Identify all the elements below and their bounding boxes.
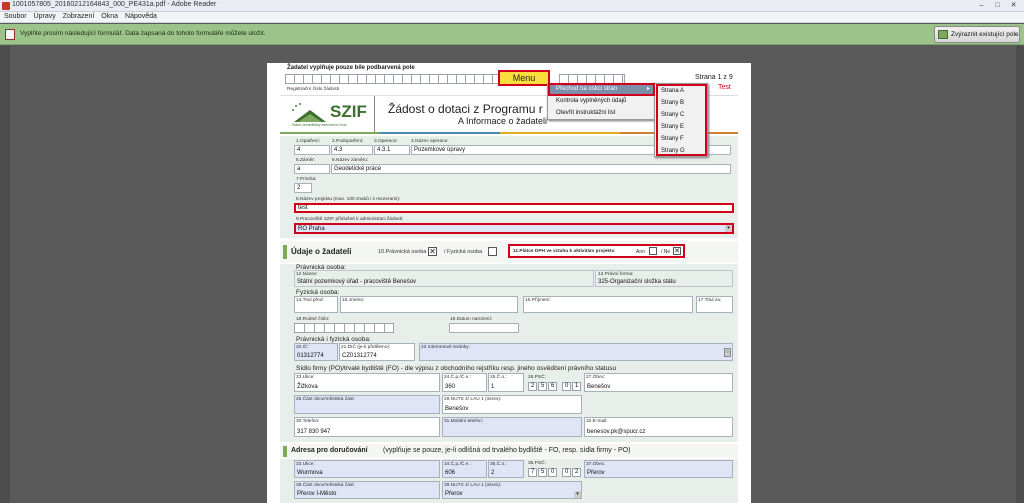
delivery-street-input[interactable]: 33.Ulice: Wurmova	[294, 460, 440, 478]
street-field: 23.Ulice: Žižkova	[294, 373, 440, 392]
test-label: Test	[718, 84, 731, 91]
delivery-nuts-select[interactable]: 39.NUTS 4/ LAU 1 (okres): Přerov ▾	[442, 481, 582, 499]
szif-logo: SZIF Státní zemědělský intervenční fond	[292, 102, 367, 127]
szif-office-select[interactable]: RO Praha ▾	[294, 223, 734, 234]
phone-field: 30.Telefon: 317 830 947	[294, 417, 440, 437]
city-part-input[interactable]: 28.Část obce/městská část:	[294, 395, 440, 414]
submenu-highlight	[656, 84, 707, 156]
close-button[interactable]: ✕	[1008, 1, 1019, 10]
form-title: Žádost o dotaci z Programu r	[388, 102, 543, 116]
menu-soubor[interactable]: Soubor	[0, 12, 30, 20]
menu-upravy[interactable]: Úpravy	[30, 12, 59, 20]
menu-button[interactable]: Menu	[498, 70, 550, 86]
menu-item-open-instructions[interactable]: Otevřít instruktážní list	[548, 108, 655, 119]
title-before-input[interactable]: 14.Titul před:	[294, 296, 338, 313]
title-after-input[interactable]: 17.Titul za:	[696, 296, 733, 313]
context-item-highlight	[548, 83, 655, 96]
orientation-number-field: 25.Č.o.: 1	[488, 373, 524, 392]
f5-field: a	[294, 164, 330, 174]
vat-no-checkbox[interactable]: ✕	[673, 247, 681, 255]
registration-number-field[interactable]	[285, 74, 507, 84]
highlight-fields-button[interactable]: Zvýraznit existující pole	[934, 26, 1020, 43]
company-name-field: Státní pozemkový úřad - pracoviště Beneš…	[294, 270, 594, 287]
page-indicator: Strana 1 z 9	[695, 74, 733, 81]
form-icon	[5, 29, 15, 40]
delivery-orientation-number-input[interactable]: 35.Č.o.: 2	[488, 460, 524, 478]
surname-input[interactable]: 16.Příjmení:	[523, 296, 693, 313]
left-pane	[0, 46, 10, 503]
delivery-house-number-input[interactable]: 34.Č.p./Č.e.: 606	[442, 460, 487, 478]
dropdown-arrow-icon[interactable]: ▾	[725, 225, 732, 232]
email-field: 32.E-mail: benesov.pk@spucr.cz	[584, 417, 733, 437]
birth-number-input[interactable]	[294, 323, 394, 333]
natural-person-checkbox[interactable]	[488, 247, 497, 256]
first-name-input[interactable]: 15.Jméno:	[340, 296, 518, 313]
legal-form-field: 325-Organizační složka státu	[595, 270, 733, 287]
website-input[interactable]: 22.Internetové stránky: ○	[419, 343, 733, 361]
form-notification-bar: Vyplňte prosím následující formulář. Dat…	[0, 24, 1024, 45]
applicant-header: Údaje o žadateli 10.Právnická osoba ✕ / …	[280, 241, 738, 263]
nuts-field: 29.NUTS 4/ LAU 1 (okres): Benešov	[442, 395, 582, 414]
vat-yes-checkbox[interactable]	[649, 247, 657, 255]
info-icon[interactable]: ○	[724, 348, 731, 357]
dic-field: 21.DIČ (je-li přiděleno): CZ01312774	[339, 343, 415, 361]
menu-napoveda[interactable]: Nápověda	[121, 12, 160, 20]
menu-item-check-fields[interactable]: Kontrola vyplněných údajů	[548, 96, 655, 107]
legal-person-checkbox[interactable]: ✕	[428, 247, 437, 256]
f2-field: 4.3	[331, 145, 373, 155]
delivery-city-part-input[interactable]: 38.Část obce/městská část: Přerov I-Město	[294, 481, 440, 499]
top-note: Žadatel vyplňuje pouze bíle podbarvená p…	[287, 65, 415, 71]
f1-field: 4	[294, 145, 330, 155]
highlight-icon	[938, 30, 948, 39]
applicant-section: Právnická osoba: 12.Název: 13.Právní for…	[280, 264, 738, 442]
project-name-input[interactable]: test	[294, 203, 734, 213]
birth-date-input[interactable]	[449, 323, 519, 333]
dropdown-arrow-icon[interactable]: ▾	[574, 491, 581, 498]
f6-field: Geodetické práce	[331, 164, 731, 174]
mobile-input[interactable]: 31.Mobilní telefon:	[442, 417, 582, 437]
vat-payer-group: 11.Plátce DPH ve vztahu k aktivitám proj…	[508, 244, 685, 258]
maximize-button[interactable]: □	[992, 1, 1003, 10]
title-bar: 1001057805_20160212164843_000_PE431a.pdf…	[0, 0, 1024, 12]
right-scrollbar[interactable]	[1016, 46, 1024, 503]
city-field: 27.Obec: Benešov	[584, 373, 733, 392]
f3-field: 4.3.1	[374, 145, 410, 155]
menu-okna[interactable]: Okna	[97, 12, 121, 20]
pdf-icon	[2, 2, 10, 10]
delivery-city-input[interactable]: 37.Obec: Přerov	[584, 460, 733, 478]
minimize-button[interactable]: –	[976, 1, 987, 10]
menu-bar: Soubor Úpravy Zobrazení Okna Nápověda	[0, 12, 1024, 23]
menu-zobrazeni[interactable]: Zobrazení	[59, 12, 98, 20]
window-title: 1001057805_20160212164843_000_PE431a.pdf…	[12, 1, 217, 8]
registration-label: Registrační číslo žádosti	[287, 87, 339, 92]
notification-text: Vyplňte prosím následující formulář. Dat…	[20, 30, 266, 37]
ico-field: 20.IČ: 01312774	[294, 343, 338, 361]
delivery-address-header: Adresa pro doručování (vyplňuje se pouze…	[280, 444, 738, 458]
delivery-address-section: 33.Ulice: Wurmova 34.Č.p./Č.e.: 606 35.Č.o…	[280, 459, 738, 503]
form-subtitle: A Informace o žadateli	[458, 116, 548, 126]
house-number-field: 24.Č.p./Č.e.: 360	[442, 373, 487, 392]
f7-field: 2	[294, 183, 312, 193]
submenu-pages: Strana A Strany B Strany C Strany E Stra…	[654, 83, 708, 157]
